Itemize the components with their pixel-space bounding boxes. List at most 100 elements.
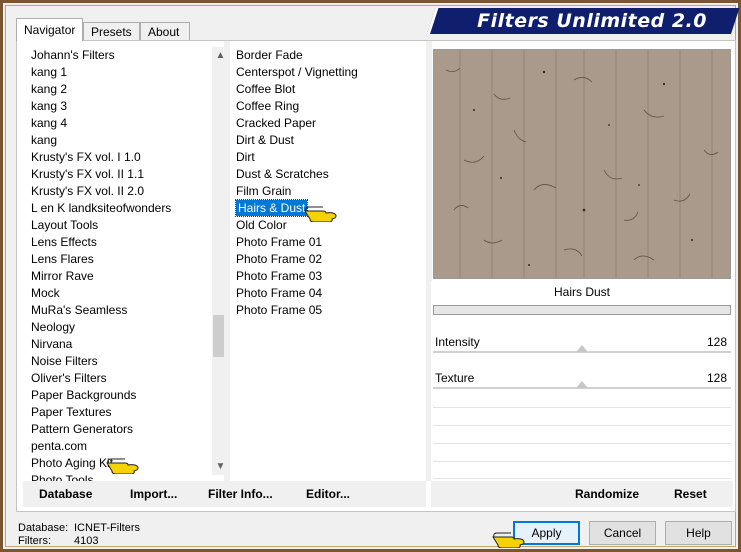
category-item[interactable]: kang 1 <box>25 64 230 81</box>
editor-button[interactable]: Editor... <box>306 481 350 507</box>
help-button[interactable]: Help <box>665 521 732 545</box>
import-button[interactable]: Import... <box>130 481 177 507</box>
filter-item[interactable]: Film Grain <box>231 183 426 200</box>
slider-texture[interactable]: Texture 128 <box>431 369 733 403</box>
filter-item-label: Border Fade <box>236 48 303 62</box>
list-divider <box>224 41 230 481</box>
category-item[interactable]: Layout Tools <box>25 217 230 234</box>
empty-slot <box>433 407 731 408</box>
category-item[interactable]: Lens Effects <box>25 234 230 251</box>
filter-item-label: Cracked Paper <box>236 116 317 130</box>
preview-texture <box>434 50 730 278</box>
preview-toolbar: Randomize Reset <box>431 481 733 507</box>
empty-slot <box>433 461 731 462</box>
category-item[interactable]: Paper Backgrounds <box>25 387 230 404</box>
category-list[interactable]: Johann's Filters kang 1 kang 2 kang 3 kang 4… <box>25 47 230 512</box>
filter-item[interactable]: Photo Frame 04 <box>231 285 426 302</box>
progress-bar <box>433 305 731 315</box>
filter-item[interactable]: Photo Frame 03 <box>231 268 426 285</box>
app-window: Filters Unlimited 2.0 Navigator Presets … <box>0 0 741 552</box>
cancel-button[interactable]: Cancel <box>589 521 656 545</box>
category-item[interactable]: Noise Filters <box>25 353 230 370</box>
filter-item-label: Dirt & Dust <box>236 133 295 147</box>
slider-value: 128 <box>706 371 727 385</box>
category-item[interactable]: MuRa's Seamless <box>25 302 230 319</box>
filter-item-label: Dust & Scratches <box>236 167 329 181</box>
database-button[interactable]: Database <box>39 481 92 507</box>
category-item[interactable]: kang 4 <box>25 115 230 132</box>
pointing-hand-icon <box>492 532 525 548</box>
filter-item[interactable]: Centerspot / Vignetting <box>231 64 426 81</box>
filter-item-label: Photo Frame 04 <box>236 286 323 300</box>
tab-navigator[interactable]: Navigator <box>16 18 83 41</box>
category-item[interactable]: Mirror Rave <box>25 268 230 285</box>
database-toolbar: Database Import... Filter Info... Editor… <box>23 481 426 507</box>
filter-item[interactable]: Dirt <box>231 149 426 166</box>
slider-value: 128 <box>706 335 727 349</box>
pointing-hand-icon <box>106 458 139 474</box>
filter-item-label: Coffee Ring <box>236 99 300 113</box>
category-item[interactable]: Johann's Filters <box>25 47 230 64</box>
category-item[interactable]: Krusty's FX vol. II 1.1 <box>25 166 230 183</box>
category-item[interactable]: Nirvana <box>25 336 230 353</box>
filter-item-label: Photo Frame 02 <box>236 252 323 266</box>
filter-item-label: Dirt <box>236 150 255 164</box>
window-title: Filters Unlimited 2.0 <box>477 10 707 32</box>
empty-slot <box>433 425 731 426</box>
filter-item[interactable]: Photo Frame 05 <box>231 302 426 319</box>
category-item[interactable]: penta.com <box>25 438 230 455</box>
database-label: Database: <box>18 522 69 534</box>
category-item[interactable]: Mock <box>25 285 230 302</box>
category-item[interactable]: kang 2 <box>25 81 230 98</box>
pointing-hand-icon <box>304 206 337 222</box>
filter-item[interactable]: Cracked Paper <box>231 115 426 132</box>
category-item[interactable]: Lens Flares <box>25 251 230 268</box>
filter-list[interactable]: Border Fade Centerspot / Vignetting Coffee… <box>231 47 426 477</box>
filter-item-label: Hairs & Dust <box>234 199 309 217</box>
randomize-button[interactable]: Randomize <box>575 481 639 507</box>
tab-presets[interactable]: Presets <box>83 22 140 41</box>
category-item[interactable]: Krusty's FX vol. II 2.0 <box>25 183 230 200</box>
tab-about[interactable]: About <box>140 22 190 41</box>
slider-thumb[interactable] <box>576 345 588 352</box>
filter-item[interactable]: Photo Frame 01 <box>231 234 426 251</box>
category-item[interactable]: Pattern Generators <box>25 421 230 438</box>
filter-item-label: Photo Frame 03 <box>236 269 323 283</box>
filter-item[interactable]: Coffee Ring <box>231 98 426 115</box>
filter-item[interactable]: Dirt & Dust <box>231 132 426 149</box>
database-value: ICNET-Filters <box>74 522 140 534</box>
empty-slot <box>433 443 731 444</box>
category-item[interactable]: kang 3 <box>25 98 230 115</box>
parameters-panel: Hairs Dust Intensity 128 Texture 128 <box>431 281 733 481</box>
empty-slot <box>433 478 731 479</box>
slider-thumb[interactable] <box>576 381 588 388</box>
current-filter-name: Hairs Dust <box>553 285 610 299</box>
filter-item-label: Coffee Blot <box>236 82 296 96</box>
category-item[interactable]: Neology <box>25 319 230 336</box>
filters-label: Filters: <box>18 535 51 547</box>
filters-count: 4103 <box>74 535 99 547</box>
category-item[interactable]: Paper Textures <box>25 404 230 421</box>
filter-item[interactable]: Dust & Scratches <box>231 166 426 183</box>
slider-intensity[interactable]: Intensity 128 <box>431 333 733 367</box>
filter-item[interactable]: Border Fade <box>231 47 426 64</box>
slider-label: Intensity <box>435 335 480 349</box>
filter-item[interactable]: Photo Frame 02 <box>231 251 426 268</box>
filter-item-label: Old Color <box>236 218 287 232</box>
filter-item[interactable]: Coffee Blot <box>231 81 426 98</box>
filter-info-button[interactable]: Filter Info... <box>208 481 273 507</box>
status-info: Database: ICNET-Filters Filters: 4103 <box>18 522 140 548</box>
navigator-pane: Johann's Filters kang 1 kang 2 kang 3 kang 4… <box>16 40 736 512</box>
filter-preview <box>433 49 731 279</box>
reset-button[interactable]: Reset <box>674 481 707 507</box>
window-body: Filters Unlimited 2.0 Navigator Presets … <box>5 5 740 548</box>
filter-item-label: Photo Frame 05 <box>236 303 323 317</box>
category-item[interactable]: kang <box>25 132 230 149</box>
category-item[interactable]: Oliver's Filters <box>25 370 230 387</box>
filter-item-label: Film Grain <box>236 184 292 198</box>
filter-item-label: Centerspot / Vignetting <box>236 65 358 79</box>
category-item[interactable]: L en K landksiteofwonders <box>25 200 230 217</box>
filter-item-label: Photo Frame 01 <box>236 235 323 249</box>
slider-label: Texture <box>435 371 475 385</box>
category-item[interactable]: Krusty's FX vol. I 1.0 <box>25 149 230 166</box>
